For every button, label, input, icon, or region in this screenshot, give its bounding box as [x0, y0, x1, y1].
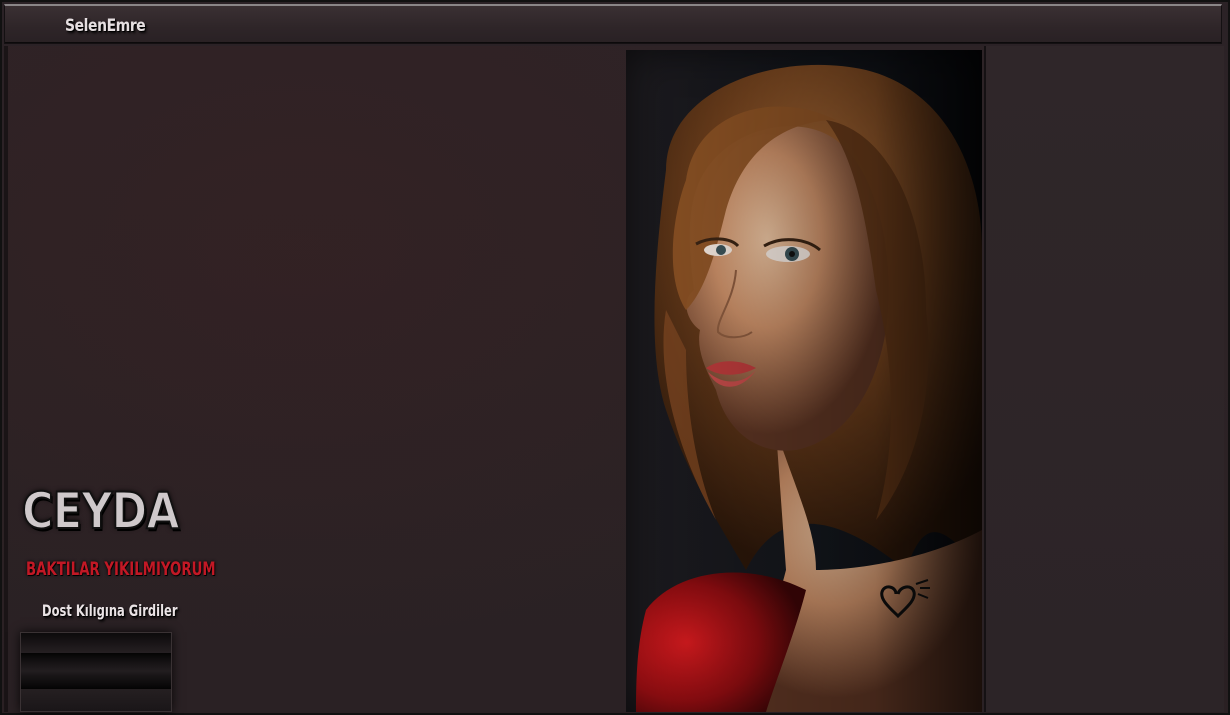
mini-preview-box	[20, 632, 172, 712]
right-panel	[984, 46, 1224, 712]
logo-tagline: Dost Kılıgına Girdiler	[42, 601, 178, 620]
logo-title: CEYDA	[21, 481, 180, 541]
logo-block: CEYDA BAKTILAR YIKILMIYORUM Dost Kılıgın…	[18, 478, 216, 638]
top-bar: SelenEmre	[4, 4, 1222, 44]
logo-subtitle: BAKTILAR YIKILMIYORUM	[26, 558, 216, 580]
site-title[interactable]: SelenEmre	[65, 16, 146, 36]
portrait-image	[626, 50, 982, 712]
